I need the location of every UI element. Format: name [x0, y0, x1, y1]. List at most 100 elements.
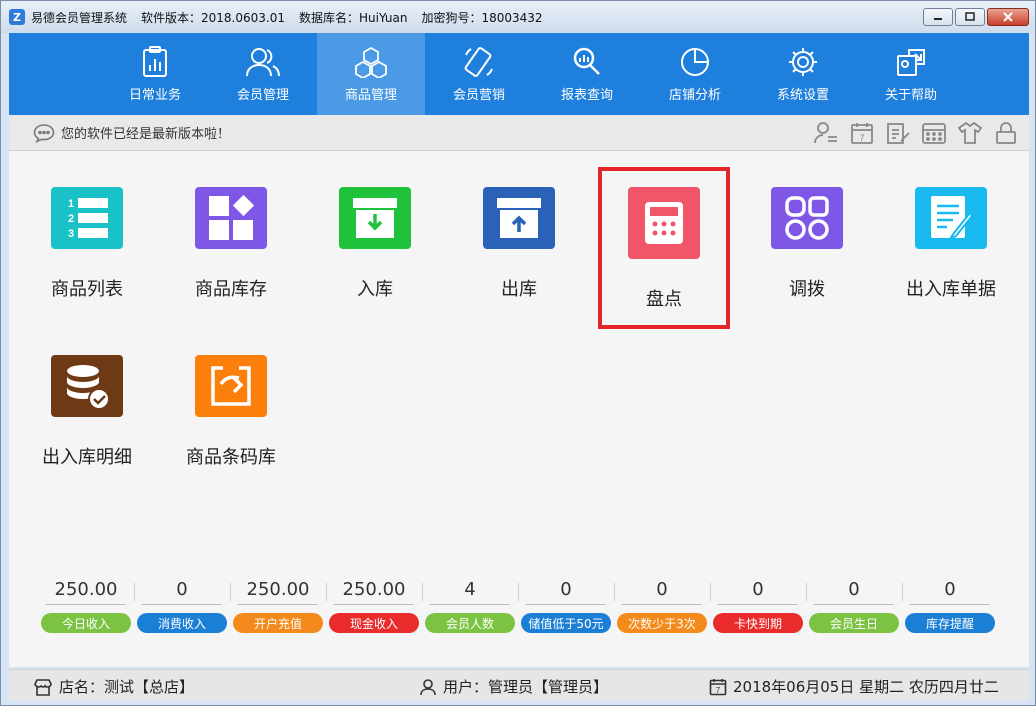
stat-cash-income: 250.00 现金收入: [329, 579, 419, 633]
nav-about-help[interactable]: 关于帮助: [857, 33, 965, 115]
app-logo-icon: Z: [9, 9, 25, 25]
stat-low-times: 0 次数少于3次: [617, 579, 707, 633]
nav-member-management[interactable]: 会员管理: [209, 33, 317, 115]
module-label: 商品条码库: [186, 447, 276, 468]
users-icon: [246, 47, 280, 76]
note-edit-icon[interactable]: [885, 121, 911, 145]
module-label: 商品列表: [51, 279, 123, 300]
module-label: 入库: [357, 279, 393, 300]
stat-account-recharge: 250.00 开户充值: [233, 579, 323, 633]
module-stock-in[interactable]: 入库: [303, 151, 447, 301]
stat-label[interactable]: 会员人数: [425, 613, 515, 633]
quick-tools: 7: [813, 121, 1019, 145]
nav-report-query[interactable]: 报表查询: [533, 33, 641, 115]
stat-value: 250.00: [238, 579, 318, 605]
module-label: 盘点: [646, 289, 682, 310]
nav-member-marketing[interactable]: 会员营销: [425, 33, 533, 115]
nav-system-settings[interactable]: 系统设置: [749, 33, 857, 115]
stat-label[interactable]: 次数少于3次: [617, 613, 707, 633]
svg-text:7: 7: [859, 133, 864, 143]
maximize-icon: [965, 12, 975, 21]
stat-label[interactable]: 现金收入: [329, 613, 419, 633]
svg-text:2: 2: [68, 213, 74, 225]
minimize-button[interactable]: [923, 8, 953, 26]
stat-label[interactable]: 库存提醒: [905, 613, 995, 633]
module-label: 调拨: [789, 279, 825, 300]
stat-value: 0: [526, 579, 606, 605]
calendar-icon[interactable]: 7: [849, 121, 875, 145]
module-tile: [628, 187, 700, 259]
user-switch-icon[interactable]: [813, 121, 839, 145]
nav-product-management[interactable]: 商品管理: [317, 33, 425, 115]
nav-label: 会员管理: [236, 87, 289, 103]
module-product-list[interactable]: 1 2 3 商品列表: [15, 151, 159, 301]
magnifier-icon: [573, 47, 600, 75]
module-label: 出入库明细: [42, 447, 132, 468]
title-bar: Z 易德会员管理系统 软件版本：2018.0603.01 数据库名：HuiYua…: [1, 1, 1035, 33]
clipboard-chart-icon: [143, 45, 167, 77]
shirt-icon[interactable]: [957, 121, 983, 145]
calculator-icon[interactable]: [921, 121, 947, 145]
maximize-button[interactable]: [955, 8, 985, 26]
stat-label[interactable]: 开户充值: [233, 613, 323, 633]
app-name: 易德会员管理系统: [31, 10, 128, 25]
status-bar: 店名：测试【总店】 用户：管理员【管理员】 7 2018年06月05日 星期二 …: [9, 669, 1029, 701]
status-user: 用户：管理员【管理员】: [419, 676, 608, 697]
notice-bar: 您的软件已经是最新版本啦！ 7: [9, 115, 1029, 151]
stat-value: 0: [718, 579, 798, 605]
box-in-icon: [353, 198, 397, 238]
divider: [230, 583, 231, 601]
nav-label: 商品管理: [344, 87, 397, 103]
module-stock-out[interactable]: 出库: [447, 151, 591, 301]
module-tile: [483, 187, 555, 249]
help-icon: [897, 48, 925, 76]
module-product-stock[interactable]: 商品库存: [159, 151, 303, 301]
module-stock-details[interactable]: 出入库明细: [15, 319, 159, 469]
module-inventory-check[interactable]: 盘点: [598, 167, 730, 329]
stat-today-income: 250.00 今日收入: [41, 579, 131, 633]
import-icon: [211, 366, 251, 406]
stat-label[interactable]: 今日收入: [41, 613, 131, 633]
lock-icon[interactable]: [993, 121, 1019, 145]
module-panel: 1 2 3 商品列表 商品库存 入库 出库 盘点 调拨 出入库单据 出入库明细 商品…: [9, 151, 1029, 667]
module-tile: [915, 187, 987, 249]
database-check-icon: [67, 365, 110, 410]
stat-value: 250.00: [334, 579, 414, 605]
grid-rings-icon: [785, 196, 829, 240]
module-label: 出库: [501, 279, 537, 300]
stat-label[interactable]: 储值低于50元: [521, 613, 611, 633]
database-name: 数据库名：HuiYuan: [299, 10, 408, 25]
stat-value: 0: [142, 579, 222, 605]
close-icon: [1003, 12, 1013, 22]
divider: [614, 583, 615, 601]
svg-text:1: 1: [68, 198, 74, 210]
stat-card-expiring: 0 卡快到期: [713, 579, 803, 633]
box-out-icon: [497, 198, 541, 238]
stat-label[interactable]: 消费收入: [137, 613, 227, 633]
nav-label: 日常业务: [128, 87, 181, 103]
nav-daily-business[interactable]: 日常业务: [101, 33, 209, 115]
module-transfer[interactable]: 调拨: [735, 151, 879, 301]
numbered-list-icon: 1 2 3: [68, 198, 108, 240]
dongle-number: 加密狗号：18003432: [421, 10, 543, 25]
calculator-icon: [645, 202, 683, 244]
module-label: 出入库单据: [906, 279, 996, 300]
close-button[interactable]: [987, 8, 1029, 26]
nav-store-analysis[interactable]: 店铺分析: [641, 33, 749, 115]
module-label: 商品库存: [195, 279, 267, 300]
module-stock-documents[interactable]: 出入库单据: [879, 151, 1023, 301]
cubes-icon: [355, 46, 387, 78]
stat-consumption-income: 0 消费收入: [137, 579, 227, 633]
svg-text:3: 3: [68, 228, 74, 240]
software-version: 软件版本：2018.0603.01: [141, 10, 285, 25]
stat-label[interactable]: 会员生日: [809, 613, 899, 633]
nav-label: 关于帮助: [884, 87, 937, 103]
stat-value: 0: [814, 579, 894, 605]
status-date: 7 2018年06月05日 星期二 农历四月廿二: [709, 676, 999, 697]
module-tile: [339, 187, 411, 249]
stat-label[interactable]: 卡快到期: [713, 613, 803, 633]
document-pen-icon: [931, 196, 974, 242]
divider: [902, 583, 903, 601]
module-barcode-library[interactable]: 商品条码库: [159, 319, 303, 469]
stat-value: 0: [910, 579, 990, 605]
